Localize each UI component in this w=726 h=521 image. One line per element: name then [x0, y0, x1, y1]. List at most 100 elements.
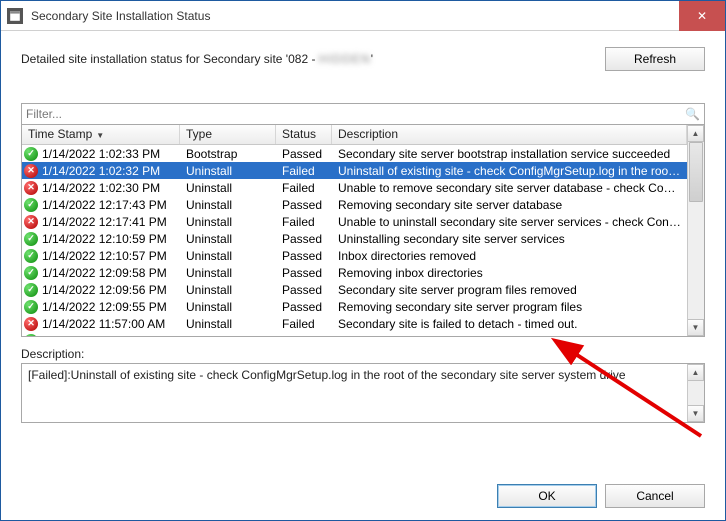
- cell-type: Bootstrap: [180, 147, 276, 161]
- status-err-icon: ✕: [24, 181, 38, 195]
- cell-status: Passed: [276, 283, 332, 297]
- cell-status: Passed: [276, 300, 332, 314]
- cell-status: Passed: [276, 232, 332, 246]
- cell-description: Secondary site server program files remo…: [332, 283, 687, 297]
- dialog-buttons: OK Cancel: [21, 474, 705, 508]
- col-type[interactable]: Type: [180, 125, 276, 144]
- dialog-window: Secondary Site Installation Status ✕ Det…: [0, 0, 726, 521]
- status-err-icon: ✕: [24, 215, 38, 229]
- status-ok-icon: ✓: [24, 300, 38, 314]
- cell-timestamp: 1/14/2022 11:47:32 AM: [42, 334, 165, 337]
- scroll-down-icon[interactable]: ▼: [688, 319, 704, 336]
- cell-type: Uninstall: [180, 181, 276, 195]
- status-ok-icon: ✓: [24, 266, 38, 280]
- cell-type: Uninstall: [180, 215, 276, 229]
- search-icon: 🔍: [685, 107, 700, 121]
- cell-description: Removing secondary site server program f…: [332, 300, 687, 314]
- cell-type: Uninstall: [180, 232, 276, 246]
- table-row[interactable]: ✓1/14/2022 12:10:59 PMUninstallPassedUni…: [22, 230, 687, 247]
- description-box: [Failed]:Uninstall of existing site - ch…: [21, 363, 705, 423]
- close-icon: ✕: [697, 9, 707, 23]
- table-row[interactable]: ✕1/14/2022 1:02:32 PMUninstallFailedUnin…: [22, 162, 687, 179]
- scroll-track[interactable]: [688, 142, 704, 319]
- cell-timestamp: 1/14/2022 1:02:30 PM: [42, 181, 160, 195]
- table-row[interactable]: ✓ 1/14/2022 12:09:55 PM UninstallPassedRem…: [22, 298, 687, 315]
- cell-status: Passed: [276, 249, 332, 263]
- cancel-button[interactable]: Cancel: [605, 484, 705, 508]
- scroll-down-icon[interactable]: ▼: [688, 405, 704, 422]
- title-bar[interactable]: Secondary Site Installation Status ✕: [1, 1, 725, 31]
- cell-description: Remove data from database: [332, 334, 687, 337]
- cell-description: Removing inbox directories: [332, 266, 687, 280]
- cell-status: Passed: [276, 147, 332, 161]
- table-row[interactable]: ✓ 1/14/2022 12:09:58 PM UninstallPassedRem…: [22, 264, 687, 281]
- table-row[interactable]: ✕ 1/14/2022 1:02:30 PM UninstallFailedUnab…: [22, 179, 687, 196]
- cell-status: Passed: [276, 266, 332, 280]
- cell-status: Failed: [276, 317, 332, 331]
- cell-description: Uninstall of existing site - check Confi…: [332, 164, 687, 178]
- cell-status: Failed: [276, 164, 332, 178]
- cell-timestamp: 1/14/2022 12:09:55 PM: [42, 300, 167, 314]
- cell-type: Uninstall: [180, 283, 276, 297]
- cell-type: Uninstall: [180, 266, 276, 280]
- cell-description: Removing secondary site server database: [332, 198, 687, 212]
- cell-type: Uninstall: [180, 249, 276, 263]
- cell-type: Uninstall: [180, 334, 276, 337]
- filter-input[interactable]: Filter... 🔍: [21, 103, 705, 125]
- scroll-thumb[interactable]: [689, 142, 703, 202]
- status-ok-icon: ✓: [24, 334, 38, 337]
- cell-type: Uninstall: [180, 317, 276, 331]
- table-row[interactable]: ✓1/14/2022 1:02:33 PMBootstrapPassedSeco…: [22, 145, 687, 162]
- table-body: ✓1/14/2022 1:02:33 PMBootstrapPassedSeco…: [22, 145, 687, 336]
- cell-description: Inbox directories removed: [332, 249, 687, 263]
- cell-description: Secondary site is failed to detach - tim…: [332, 317, 687, 331]
- table-scrollbar[interactable]: ▲ ▼: [687, 125, 704, 336]
- cell-type: Uninstall: [180, 164, 276, 178]
- cell-status: Passed: [276, 198, 332, 212]
- scroll-up-icon[interactable]: ▲: [688, 125, 704, 142]
- summary-text: Detailed site installation status for Se…: [21, 52, 373, 66]
- status-ok-icon: ✓: [24, 283, 38, 297]
- ok-button[interactable]: OK: [497, 484, 597, 508]
- description-text: [Failed]:Uninstall of existing site - ch…: [22, 364, 687, 422]
- cell-timestamp: 1/14/2022 11:57:00 AM: [42, 317, 165, 331]
- client-area: Detailed site installation status for Se…: [1, 31, 725, 520]
- cell-status: Passed: [276, 334, 332, 337]
- refresh-button[interactable]: Refresh: [605, 47, 705, 71]
- table-row[interactable]: ✕1/14/2022 12:17:41 PMUninstallFailedUna…: [22, 213, 687, 230]
- summary-row: Detailed site installation status for Se…: [21, 47, 705, 71]
- status-ok-icon: ✓: [24, 249, 38, 263]
- desc-scrollbar[interactable]: ▲ ▼: [687, 364, 704, 422]
- status-err-icon: ✕: [24, 317, 38, 331]
- cell-type: Uninstall: [180, 198, 276, 212]
- status-table: Time Stamp Type Status Description ✓1/14…: [21, 125, 705, 337]
- table-row[interactable]: ✕ 1/14/2022 11:57:00 AM UninstallFailedSec…: [22, 315, 687, 332]
- status-ok-icon: ✓: [24, 232, 38, 246]
- app-icon: [7, 8, 23, 24]
- table-row[interactable]: ✓ 1/14/2022 12:09:56 PM UninstallPassedSec…: [22, 281, 687, 298]
- cell-timestamp: 1/14/2022 12:10:59 PM: [42, 232, 167, 246]
- scroll-up-icon[interactable]: ▲: [688, 364, 704, 381]
- cell-description: Unable to remove secondary site server d…: [332, 181, 687, 195]
- table-row[interactable]: ✓ 1/14/2022 12:10:57 PM UninstallPassedInb…: [22, 247, 687, 264]
- table-header: Time Stamp Type Status Description: [22, 125, 687, 145]
- cell-timestamp: 1/14/2022 12:10:57 PM: [42, 249, 167, 263]
- scroll-track[interactable]: [688, 381, 704, 405]
- table-row[interactable]: ✓1/14/2022 12:17:43 PMUninstallPassedRem…: [22, 196, 687, 213]
- description-label: Description:: [21, 347, 705, 361]
- col-timestamp[interactable]: Time Stamp: [22, 125, 180, 144]
- cell-timestamp: 1/14/2022 12:17:43 PM: [42, 198, 167, 212]
- cell-timestamp: 1/14/2022 1:02:32 PM: [42, 164, 160, 178]
- col-description[interactable]: Description: [332, 125, 687, 144]
- cell-timestamp: 1/14/2022 12:09:56 PM: [42, 283, 167, 297]
- cell-type: Uninstall: [180, 300, 276, 314]
- cell-status: Failed: [276, 215, 332, 229]
- close-button[interactable]: ✕: [679, 1, 725, 31]
- cell-status: Failed: [276, 181, 332, 195]
- cell-timestamp: 1/14/2022 12:09:58 PM: [42, 266, 167, 280]
- filter-placeholder: Filter...: [26, 107, 62, 121]
- table-row[interactable]: ✓ 1/14/2022 11:47:32 AM UninstallPassedRem…: [22, 332, 687, 336]
- cell-timestamp: 1/14/2022 12:17:41 PM: [42, 215, 167, 229]
- col-status[interactable]: Status: [276, 125, 332, 144]
- cell-description: Secondary site server bootstrap installa…: [332, 147, 687, 161]
